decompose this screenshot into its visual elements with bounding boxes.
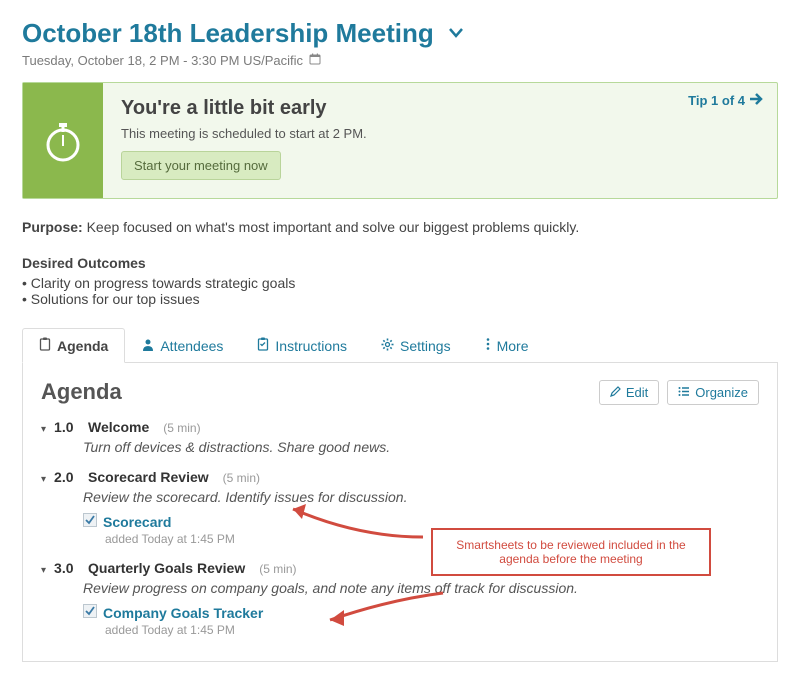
checklist-icon (257, 337, 269, 354)
tab-instructions[interactable]: Instructions (240, 328, 364, 363)
tab-settings[interactable]: Settings (364, 328, 468, 363)
list-icon (678, 385, 690, 400)
tab-more[interactable]: More (468, 328, 546, 363)
arrow-right-icon (749, 93, 763, 108)
outcomes-section: Desired Outcomes Clarity on progress tow… (22, 255, 778, 307)
agenda-description: Turn off devices & distractions. Share g… (83, 439, 759, 455)
tab-bar: Agenda Attendees Instructions Settings M… (22, 327, 778, 363)
start-meeting-button[interactable]: Start your meeting now (121, 151, 281, 180)
agenda-title: Welcome (88, 419, 149, 435)
agenda-number: 2.0 (54, 469, 80, 485)
agenda-description: Review progress on company goals, and no… (83, 580, 759, 596)
collapse-caret-icon[interactable]: ▾ (41, 474, 46, 485)
banner-message: This meeting is scheduled to start at 2 … (121, 126, 759, 141)
calendar-icon (309, 53, 321, 68)
collapse-caret-icon[interactable]: ▾ (41, 424, 46, 435)
meeting-datetime: Tuesday, October 18, 2 PM - 3:30 PM US/P… (22, 53, 778, 68)
organize-button[interactable]: Organize (667, 380, 759, 405)
agenda-number: 1.0 (54, 419, 80, 435)
edit-button[interactable]: Edit (599, 380, 659, 405)
early-banner: Tip 1 of 4 You're a little bit early Thi… (22, 82, 778, 199)
purpose-label: Purpose: (22, 219, 83, 235)
agenda-duration: (5 min) (259, 562, 296, 576)
agenda-duration: (5 min) (163, 421, 200, 435)
stopwatch-icon (23, 83, 103, 198)
pencil-icon (610, 385, 621, 400)
title-dropdown-icon[interactable] (448, 26, 464, 42)
agenda-title: Scorecard Review (88, 469, 209, 485)
tab-agenda[interactable]: Agenda (22, 328, 125, 363)
outcomes-label: Desired Outcomes (22, 255, 778, 271)
agenda-title: Quarterly Goals Review (88, 560, 245, 576)
gear-icon (381, 338, 394, 354)
tab-attendees[interactable]: Attendees (125, 328, 240, 363)
agenda-description: Review the scorecard. Identify issues fo… (83, 489, 759, 505)
purpose-text: Keep focused on what's most important an… (83, 219, 580, 235)
agenda-panel: Agenda Edit Organize ▾ 1.0 Welcome (5 mi… (22, 363, 778, 662)
more-icon (485, 337, 491, 354)
attachment-link[interactable]: Scorecard (103, 514, 171, 530)
collapse-caret-icon[interactable]: ▾ (41, 565, 46, 576)
tip-indicator[interactable]: Tip 1 of 4 (688, 93, 763, 108)
page-title: October 18th Leadership Meeting (22, 18, 434, 49)
clipboard-icon (39, 337, 51, 354)
panel-title: Agenda (41, 379, 122, 405)
check-icon (83, 604, 97, 621)
annotation-callout: Smartsheets to be reviewed included in t… (431, 528, 711, 576)
purpose-section: Purpose: Keep focused on what's most imp… (22, 219, 778, 235)
agenda-item: ▾ 1.0 Welcome (5 min) Turn off devices &… (41, 419, 759, 455)
check-icon (83, 513, 97, 530)
attachment-meta: added Today at 1:45 PM (105, 623, 759, 637)
outcome-item: Clarity on progress towards strategic go… (22, 275, 778, 291)
agenda-number: 3.0 (54, 560, 80, 576)
outcome-item: Solutions for our top issues (22, 291, 778, 307)
banner-heading: You're a little bit early (121, 97, 759, 120)
attachment-link[interactable]: Company Goals Tracker (103, 605, 263, 621)
agenda-duration: (5 min) (223, 471, 260, 485)
person-icon (142, 338, 154, 354)
